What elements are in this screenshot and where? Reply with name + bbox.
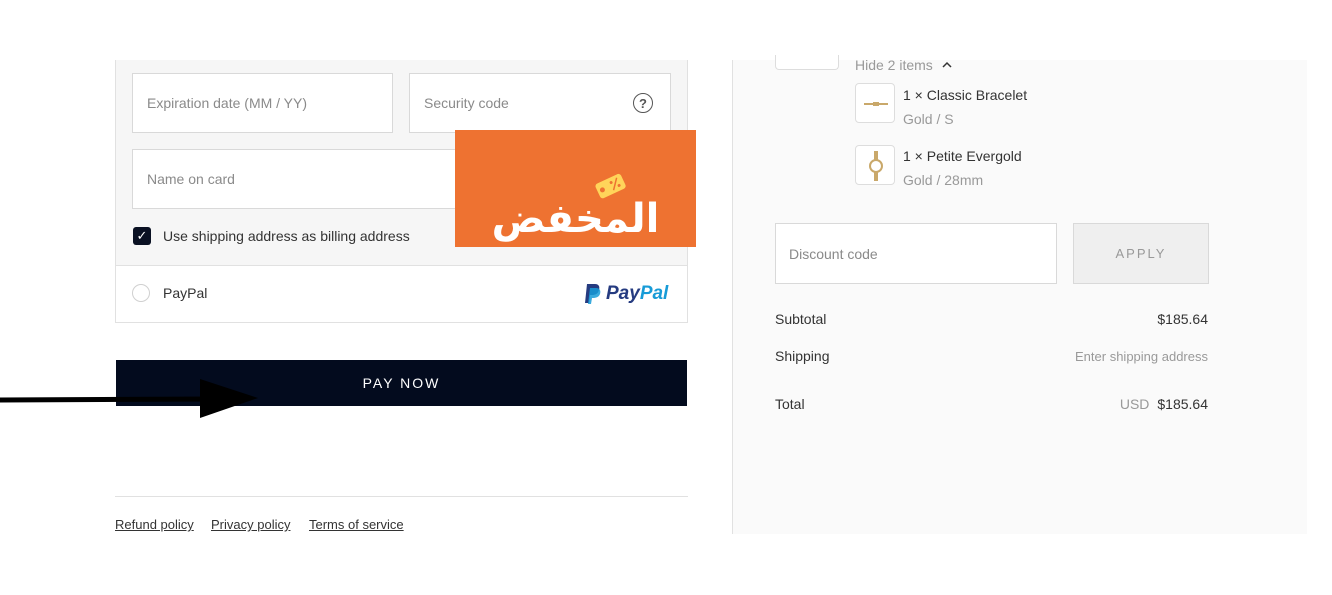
footer-divider — [115, 496, 688, 497]
paypal-wordmark-pay: Pay — [606, 283, 640, 304]
divider — [116, 265, 687, 266]
discount-code-placeholder: Discount code — [789, 245, 878, 262]
shipping-label: Shipping — [775, 348, 830, 364]
hide-items-toggle[interactable]: Hide 2 items — [855, 57, 953, 73]
promo-badge: المخفض — [455, 130, 696, 247]
product-thumbnail — [775, 55, 839, 70]
item-variant: Gold / S — [903, 111, 954, 127]
billing-address-label[interactable]: Use shipping address as billing address — [163, 228, 410, 244]
hide-items-label: Hide 2 items — [855, 57, 933, 73]
paypal-wordmark: PayPal — [606, 283, 668, 305]
security-code-field[interactable]: Security code — [409, 73, 671, 133]
item-variant: Gold / 28mm — [903, 172, 984, 188]
chevron-up-icon — [942, 61, 952, 68]
shipping-value: Enter shipping address — [1075, 349, 1208, 364]
help-icon[interactable]: ? — [633, 93, 653, 113]
order-summary-sidebar — [732, 60, 1307, 534]
terms-of-service-link[interactable]: Terms of service — [309, 517, 404, 532]
bracelet-image — [864, 102, 888, 106]
refund-policy-link[interactable]: Refund policy — [115, 517, 194, 532]
promo-badge-text: المخفض — [491, 196, 660, 242]
name-on-card-placeholder: Name on card — [147, 171, 235, 187]
subtotal-value: $185.64 — [1157, 311, 1208, 327]
item-name: 1 × Classic Bracelet — [903, 87, 1028, 103]
paypal-radio[interactable] — [132, 284, 150, 302]
paypal-logo: PayPal — [584, 281, 674, 307]
paypal-p-icon — [585, 284, 601, 304]
subtotal-label: Subtotal — [775, 311, 827, 327]
expiration-date-field[interactable]: Expiration date (MM / YY) — [132, 73, 393, 133]
total-label: Total — [775, 396, 805, 412]
watch-thumbnail — [855, 145, 895, 185]
arrow-pointer-icon — [0, 379, 258, 418]
privacy-policy-link[interactable]: Privacy policy — [211, 517, 290, 532]
total-currency: USD — [1119, 396, 1150, 412]
total-value: USD $185.64 — [1120, 396, 1208, 412]
billing-address-checkbox[interactable]: ✓ — [133, 227, 151, 245]
apply-discount-button[interactable]: APPLY — [1073, 223, 1209, 284]
watch-image — [869, 151, 883, 181]
discount-code-input[interactable]: Discount code — [775, 223, 1057, 284]
bracelet-thumbnail — [855, 83, 895, 123]
paypal-label[interactable]: PayPal — [163, 285, 207, 301]
price-tag-icon — [595, 173, 626, 199]
expiration-date-placeholder: Expiration date (MM / YY) — [147, 95, 308, 111]
total-amount: $185.64 — [1157, 396, 1208, 412]
security-code-placeholder: Security code — [424, 95, 509, 111]
item-name: 1 × Petite Evergold — [903, 148, 1022, 164]
paypal-wordmark-pal: Pal — [639, 283, 669, 304]
